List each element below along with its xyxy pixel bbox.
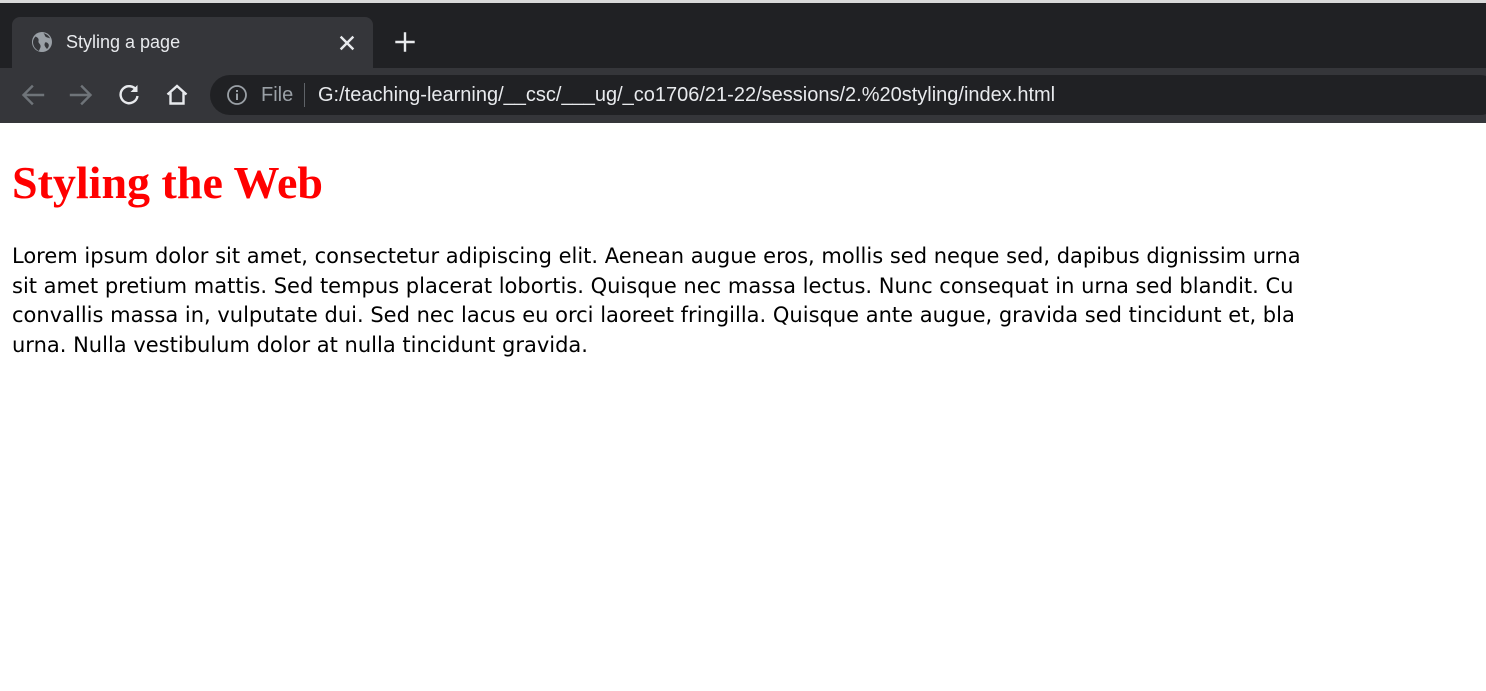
body-paragraph: Lorem ipsum dolor sit amet, consectetur … xyxy=(12,242,1486,360)
omnibox-divider xyxy=(304,83,305,107)
globe-icon xyxy=(32,32,52,52)
scheme-label: File xyxy=(261,84,294,106)
new-tab-icon[interactable] xyxy=(392,29,418,55)
paragraph-line: urna. Nulla vestibulum dolor at nulla ti… xyxy=(12,332,588,357)
reload-icon[interactable] xyxy=(115,81,143,109)
address-bar[interactable]: File G:/teaching-learning/__csc/___ug/_c… xyxy=(210,75,1486,115)
arrow-left-icon[interactable] xyxy=(19,81,47,109)
tab-title: Styling a page xyxy=(66,32,181,52)
info-icon[interactable] xyxy=(226,84,248,106)
paragraph-line: Lorem ipsum dolor sit amet, consectetur … xyxy=(12,244,1301,268)
paragraph-line: convallis massa in, vulputate dui. Sed n… xyxy=(12,303,1295,327)
page-content: Styling the Web Lorem ipsum dolor sit am… xyxy=(0,123,1486,691)
tab-strip: Styling a page xyxy=(0,3,1486,68)
navigation-toolbar: File G:/teaching-learning/__csc/___ug/_c… xyxy=(0,68,1486,122)
page-title: Styling the Web xyxy=(12,157,323,208)
browser-window: Styling a page File G:/teaching-learning… xyxy=(0,0,1486,691)
close-icon[interactable] xyxy=(334,30,360,56)
tab-active[interactable]: Styling a page xyxy=(12,17,373,68)
arrow-right-icon[interactable] xyxy=(67,81,95,109)
paragraph-line: sit amet pretium mattis. Sed tempus plac… xyxy=(12,273,1294,298)
home-icon[interactable] xyxy=(163,81,191,109)
url-text[interactable]: G:/teaching-learning/__csc/___ug/_co1706… xyxy=(318,84,1055,106)
